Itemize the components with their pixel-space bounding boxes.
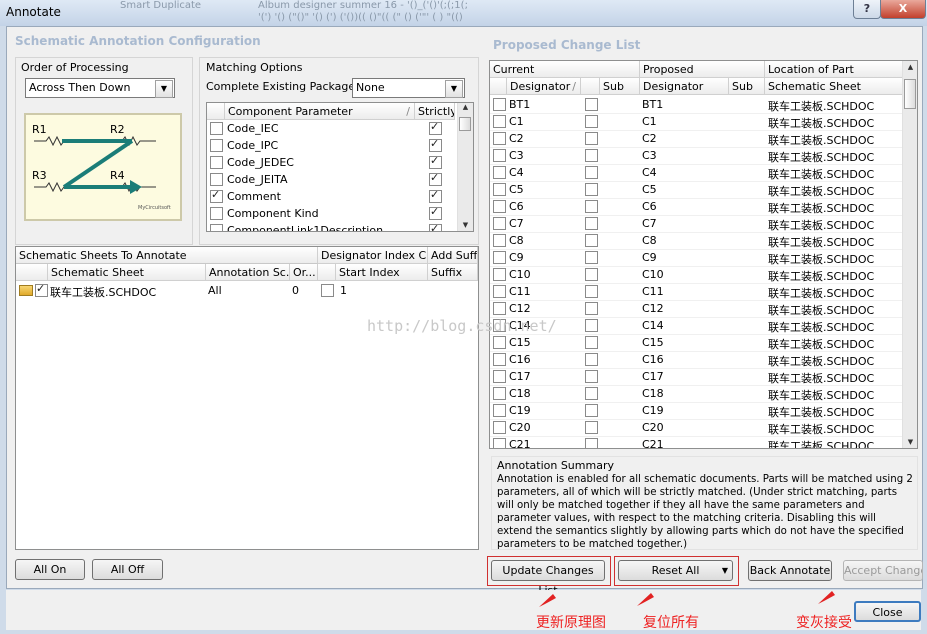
arrow-icon [637, 593, 654, 606]
arrow-icon [539, 594, 556, 607]
arrow-icon [818, 591, 835, 604]
annotation-arrows [539, 591, 835, 607]
dialog-window: Annotate Smart Duplicate Album designer … [0, 0, 927, 634]
